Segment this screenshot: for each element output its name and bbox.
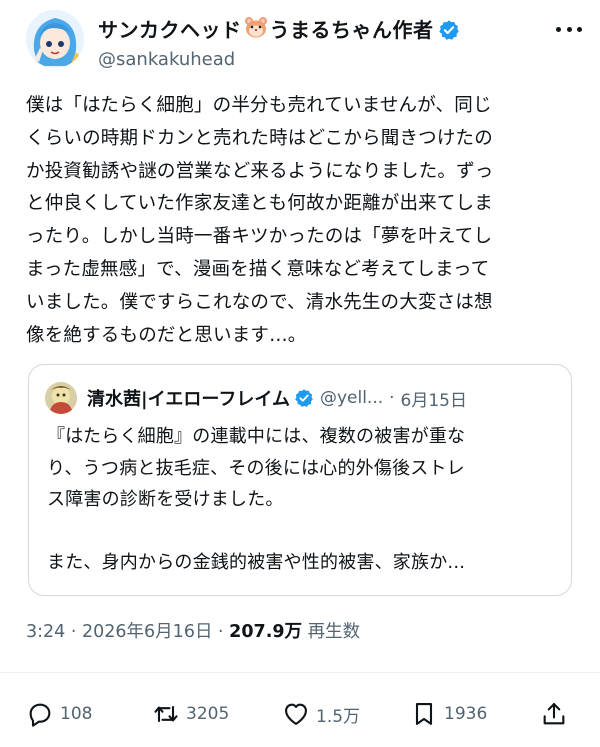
meta-separator: ·	[212, 622, 230, 642]
like-icon	[285, 703, 307, 725]
repost-count: 3205	[186, 704, 230, 724]
author-avatar[interactable]	[26, 10, 84, 68]
quoted-date: 6月15日	[400, 390, 467, 411]
action-bar: 108 3205 1.5万 1936	[26, 694, 574, 734]
views-count: 207.9万	[229, 622, 303, 642]
verified-icon	[438, 20, 459, 40]
bookmark-count: 1936	[444, 704, 488, 724]
bookmark-icon	[415, 703, 433, 725]
author-name-prefix: サンカクヘッド	[98, 18, 242, 42]
author-name-suffix: うまるちゃん作者	[269, 18, 434, 42]
like-button[interactable]: 1.5万	[282, 694, 360, 734]
meta-separator: ·	[65, 622, 83, 642]
tweet-time[interactable]: 3:24	[26, 622, 65, 642]
share-button[interactable]	[540, 694, 568, 734]
tweet-text: 僕は「はたらく細胞」の半分も売れていませんが、同じ くらいの時期ドカンと売れた時…	[26, 95, 494, 346]
divider	[0, 672, 600, 673]
bookmark-button[interactable]: 1936	[410, 694, 487, 734]
quoted-author-avatar	[45, 382, 77, 414]
hamster-emoji-icon	[244, 16, 268, 44]
quoted-author-handle: @yell...	[319, 388, 384, 408]
author-handle[interactable]: @sankakuhead	[98, 49, 518, 70]
quoted-author-name: 清水茜|イエローフレイム	[87, 389, 290, 410]
views-label: 再生数	[307, 622, 361, 642]
quoted-tweet-header: 清水茜|イエローフレイム @yell... · 6月15日	[45, 381, 560, 415]
share-icon	[543, 703, 565, 725]
quoted-tweet-text: 『はたらく細胞』の連載中には、複数の被害が重な り、うつ病と抜毛症、その後には心…	[47, 426, 466, 573]
tweet-date[interactable]: 2026年6月16日	[82, 622, 212, 642]
quoted-separator: ·	[389, 388, 395, 408]
author-display-name[interactable]: サンカクヘッド うまるちゃん作者	[98, 16, 518, 44]
repost-icon	[154, 705, 178, 723]
quoted-tweet[interactable]: 清水茜|イエローフレイム @yell... · 6月15日 『はたらく細胞』の連…	[28, 364, 572, 596]
author-names: サンカクヘッド うまるちゃん作者 @sankakuhead	[98, 16, 518, 70]
reply-button[interactable]: 108	[26, 694, 92, 734]
like-count: 1.5万	[316, 706, 361, 727]
reply-icon	[29, 703, 51, 727]
tweet-meta: 3:24 · 2026年6月16日 · 207.9万 再生数	[26, 618, 360, 643]
repost-button[interactable]: 3205	[152, 694, 229, 734]
reply-count: 108	[60, 704, 93, 724]
more-icon[interactable]	[556, 24, 582, 34]
quoted-verified-icon	[295, 389, 313, 407]
tweet-header: サンカクヘッド うまるちゃん作者 @sankakuhead	[26, 10, 586, 80]
